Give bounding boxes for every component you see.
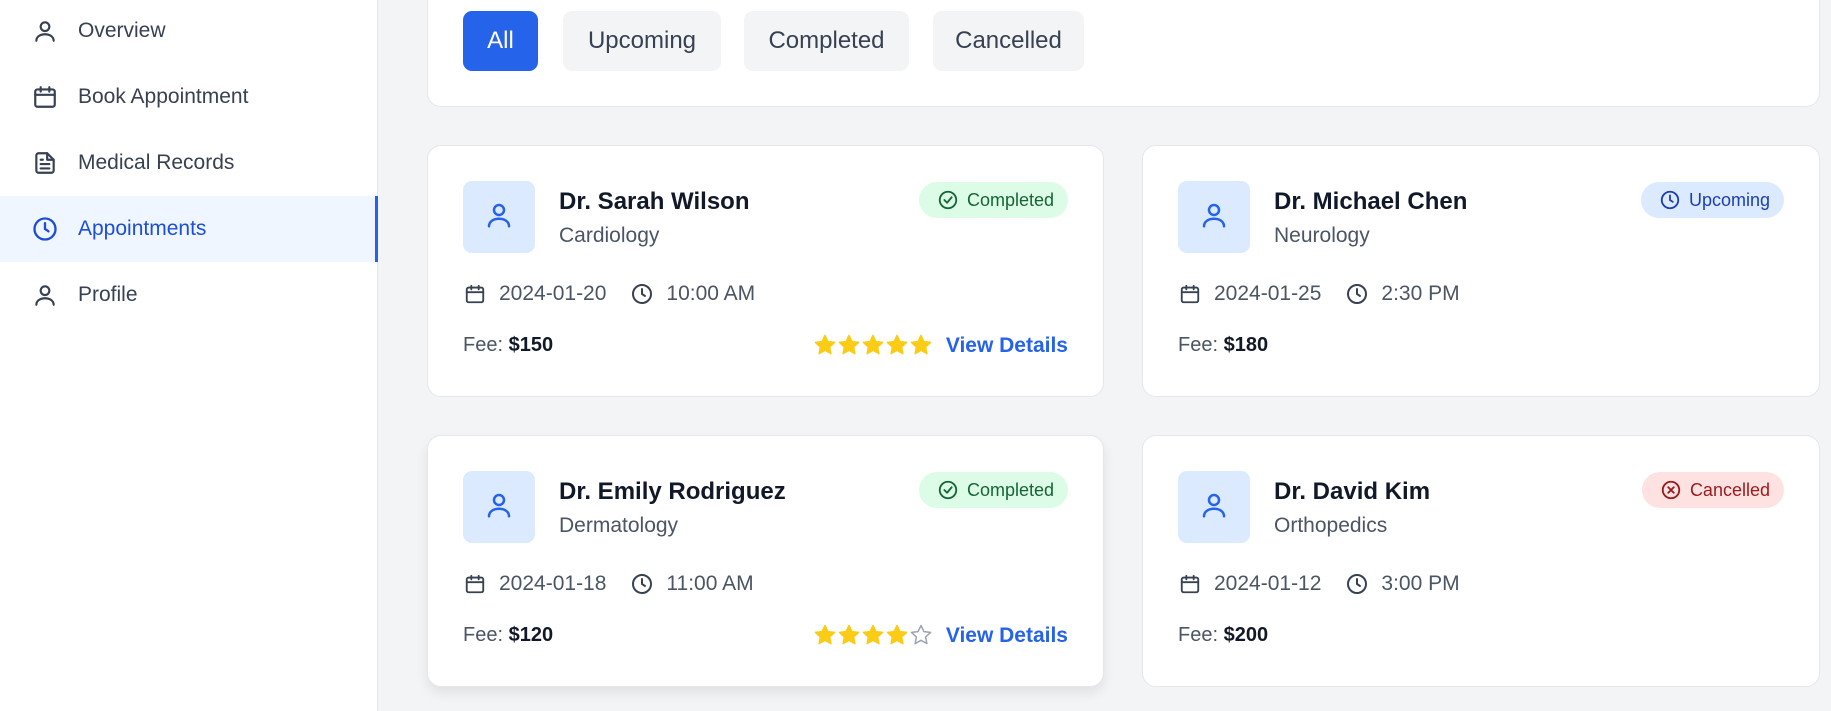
star-filled-icon: [837, 623, 861, 647]
avatar: [463, 181, 535, 253]
check-circle-icon: [937, 189, 959, 211]
fee-label: Fee:: [463, 624, 504, 646]
clock-icon: [1345, 282, 1369, 306]
fee: Fee: $200: [1178, 624, 1268, 647]
appointment-time: 10:00 AM: [666, 282, 756, 305]
status-badge: Upcoming: [1640, 182, 1784, 218]
fee-amount: $180: [1223, 334, 1269, 356]
doctor-name: Dr. David Kim: [1274, 478, 1431, 505]
star-filled-icon: [837, 333, 861, 357]
document-icon: [30, 148, 60, 178]
star-empty-icon: [909, 623, 933, 647]
sidebar-item-label: Medical Records: [78, 151, 235, 174]
calendar-icon: [1178, 282, 1202, 306]
appointment-datetime: 2024-01-20 10:00 AM: [463, 278, 755, 310]
avatar: [1178, 471, 1250, 543]
doctor-specialty: Neurology: [1274, 224, 1370, 247]
user-icon: [30, 16, 60, 46]
fee-label: Fee:: [1178, 624, 1219, 646]
clock-icon: [1659, 189, 1681, 211]
sidebar-item-medical-records[interactable]: Medical Records: [0, 130, 378, 196]
appointment-datetime: 2024-01-12 3:00 PM: [1178, 568, 1460, 600]
star-filled-icon: [885, 333, 909, 357]
user-icon: [484, 200, 514, 235]
clock-icon: [1345, 572, 1369, 596]
star-filled-icon: [813, 623, 837, 647]
doctor-specialty: Orthopedics: [1274, 514, 1388, 537]
fee: Fee: $150: [463, 334, 553, 357]
sidebar-item-appointments[interactable]: Appointments: [0, 196, 378, 262]
appointment-card: Dr. Sarah Wilson Cardiology Completed 20…: [427, 145, 1104, 397]
user-icon: [1199, 490, 1229, 525]
fee-label: Fee:: [1178, 334, 1219, 356]
view-details-link[interactable]: View Details: [946, 624, 1068, 648]
fee-label: Fee:: [463, 334, 504, 356]
star-filled-icon: [813, 333, 837, 357]
doctor-name: Dr. Emily Rodriguez: [559, 478, 786, 505]
avatar: [1178, 181, 1250, 253]
appointment-date: 2024-01-20: [499, 282, 607, 305]
appointment-datetime: 2024-01-25 2:30 PM: [1178, 278, 1460, 310]
appointment-date: 2024-01-18: [499, 572, 607, 595]
appointment-time: 2:30 PM: [1381, 282, 1460, 305]
sidebar-item-label: Book Appointment: [78, 85, 249, 108]
doctor-specialty: Cardiology: [559, 224, 660, 247]
star-filled-icon: [861, 623, 885, 647]
calendar-icon: [463, 282, 487, 306]
status-badge: Completed: [918, 182, 1068, 218]
appointment-time: 3:00 PM: [1381, 572, 1460, 595]
status-label: Completed: [966, 189, 1054, 210]
sidebar-item-profile[interactable]: Profile: [0, 262, 378, 328]
filter-bar: All Upcoming Completed Cancelled: [427, 0, 1820, 107]
star-filled-icon: [885, 623, 909, 647]
star-filled-icon: [861, 333, 885, 357]
appointment-card: Dr. David Kim Orthopedics Cancelled 2024…: [1142, 435, 1820, 687]
filter-cancelled-button[interactable]: Cancelled: [933, 11, 1084, 71]
filter-all-button[interactable]: All: [463, 11, 538, 71]
fee-amount: $150: [508, 334, 554, 356]
fee-amount: $200: [1223, 624, 1269, 646]
appointment-card: Dr. Michael Chen Neurology Upcoming 2024…: [1142, 145, 1820, 397]
sidebar-item-book-appointment[interactable]: Book Appointment: [0, 64, 378, 130]
view-details-link[interactable]: View Details: [946, 334, 1068, 358]
check-circle-icon: [937, 479, 959, 501]
star-rating: [813, 623, 933, 647]
appointment-card: Dr. Emily Rodriguez Dermatology Complete…: [427, 435, 1104, 687]
calendar-icon: [30, 82, 60, 112]
doctor-name: Dr. Michael Chen: [1274, 188, 1468, 215]
fee: Fee: $120: [463, 624, 553, 647]
star-rating: [813, 333, 933, 357]
doctor-name: Dr. Sarah Wilson: [559, 188, 750, 215]
status-label: Cancelled: [1689, 479, 1770, 500]
fee-amount: $120: [508, 624, 554, 646]
status-label: Completed: [966, 479, 1054, 500]
status-badge: Completed: [918, 472, 1068, 508]
sidebar-item-label: Appointments: [78, 217, 207, 240]
user-icon: [30, 280, 60, 310]
star-filled-icon: [909, 333, 933, 357]
appointment-date: 2024-01-12: [1214, 572, 1322, 595]
status-badge: Cancelled: [1641, 472, 1784, 508]
appointment-datetime: 2024-01-18 11:00 AM: [463, 568, 754, 600]
fee: Fee: $180: [1178, 334, 1268, 357]
calendar-icon: [463, 572, 487, 596]
doctor-specialty: Dermatology: [559, 514, 679, 537]
status-label: Upcoming: [1688, 189, 1770, 210]
sidebar-item-label: Overview: [78, 19, 166, 42]
user-icon: [484, 490, 514, 525]
appointment-date: 2024-01-25: [1214, 282, 1322, 305]
filter-completed-button[interactable]: Completed: [744, 11, 909, 71]
filter-upcoming-button[interactable]: Upcoming: [563, 11, 721, 71]
user-icon: [1199, 200, 1229, 235]
clock-icon: [630, 572, 654, 596]
x-circle-icon: [1660, 479, 1682, 501]
sidebar-item-overview[interactable]: Overview: [0, 0, 378, 64]
sidebar-item-label: Profile: [78, 283, 138, 306]
appointment-time: 11:00 AM: [666, 572, 754, 595]
calendar-icon: [1178, 572, 1202, 596]
sidebar: Overview Book Appointment Medical Record…: [0, 0, 378, 711]
clock-icon: [630, 282, 654, 306]
avatar: [463, 471, 535, 543]
clock-icon: [30, 214, 60, 244]
